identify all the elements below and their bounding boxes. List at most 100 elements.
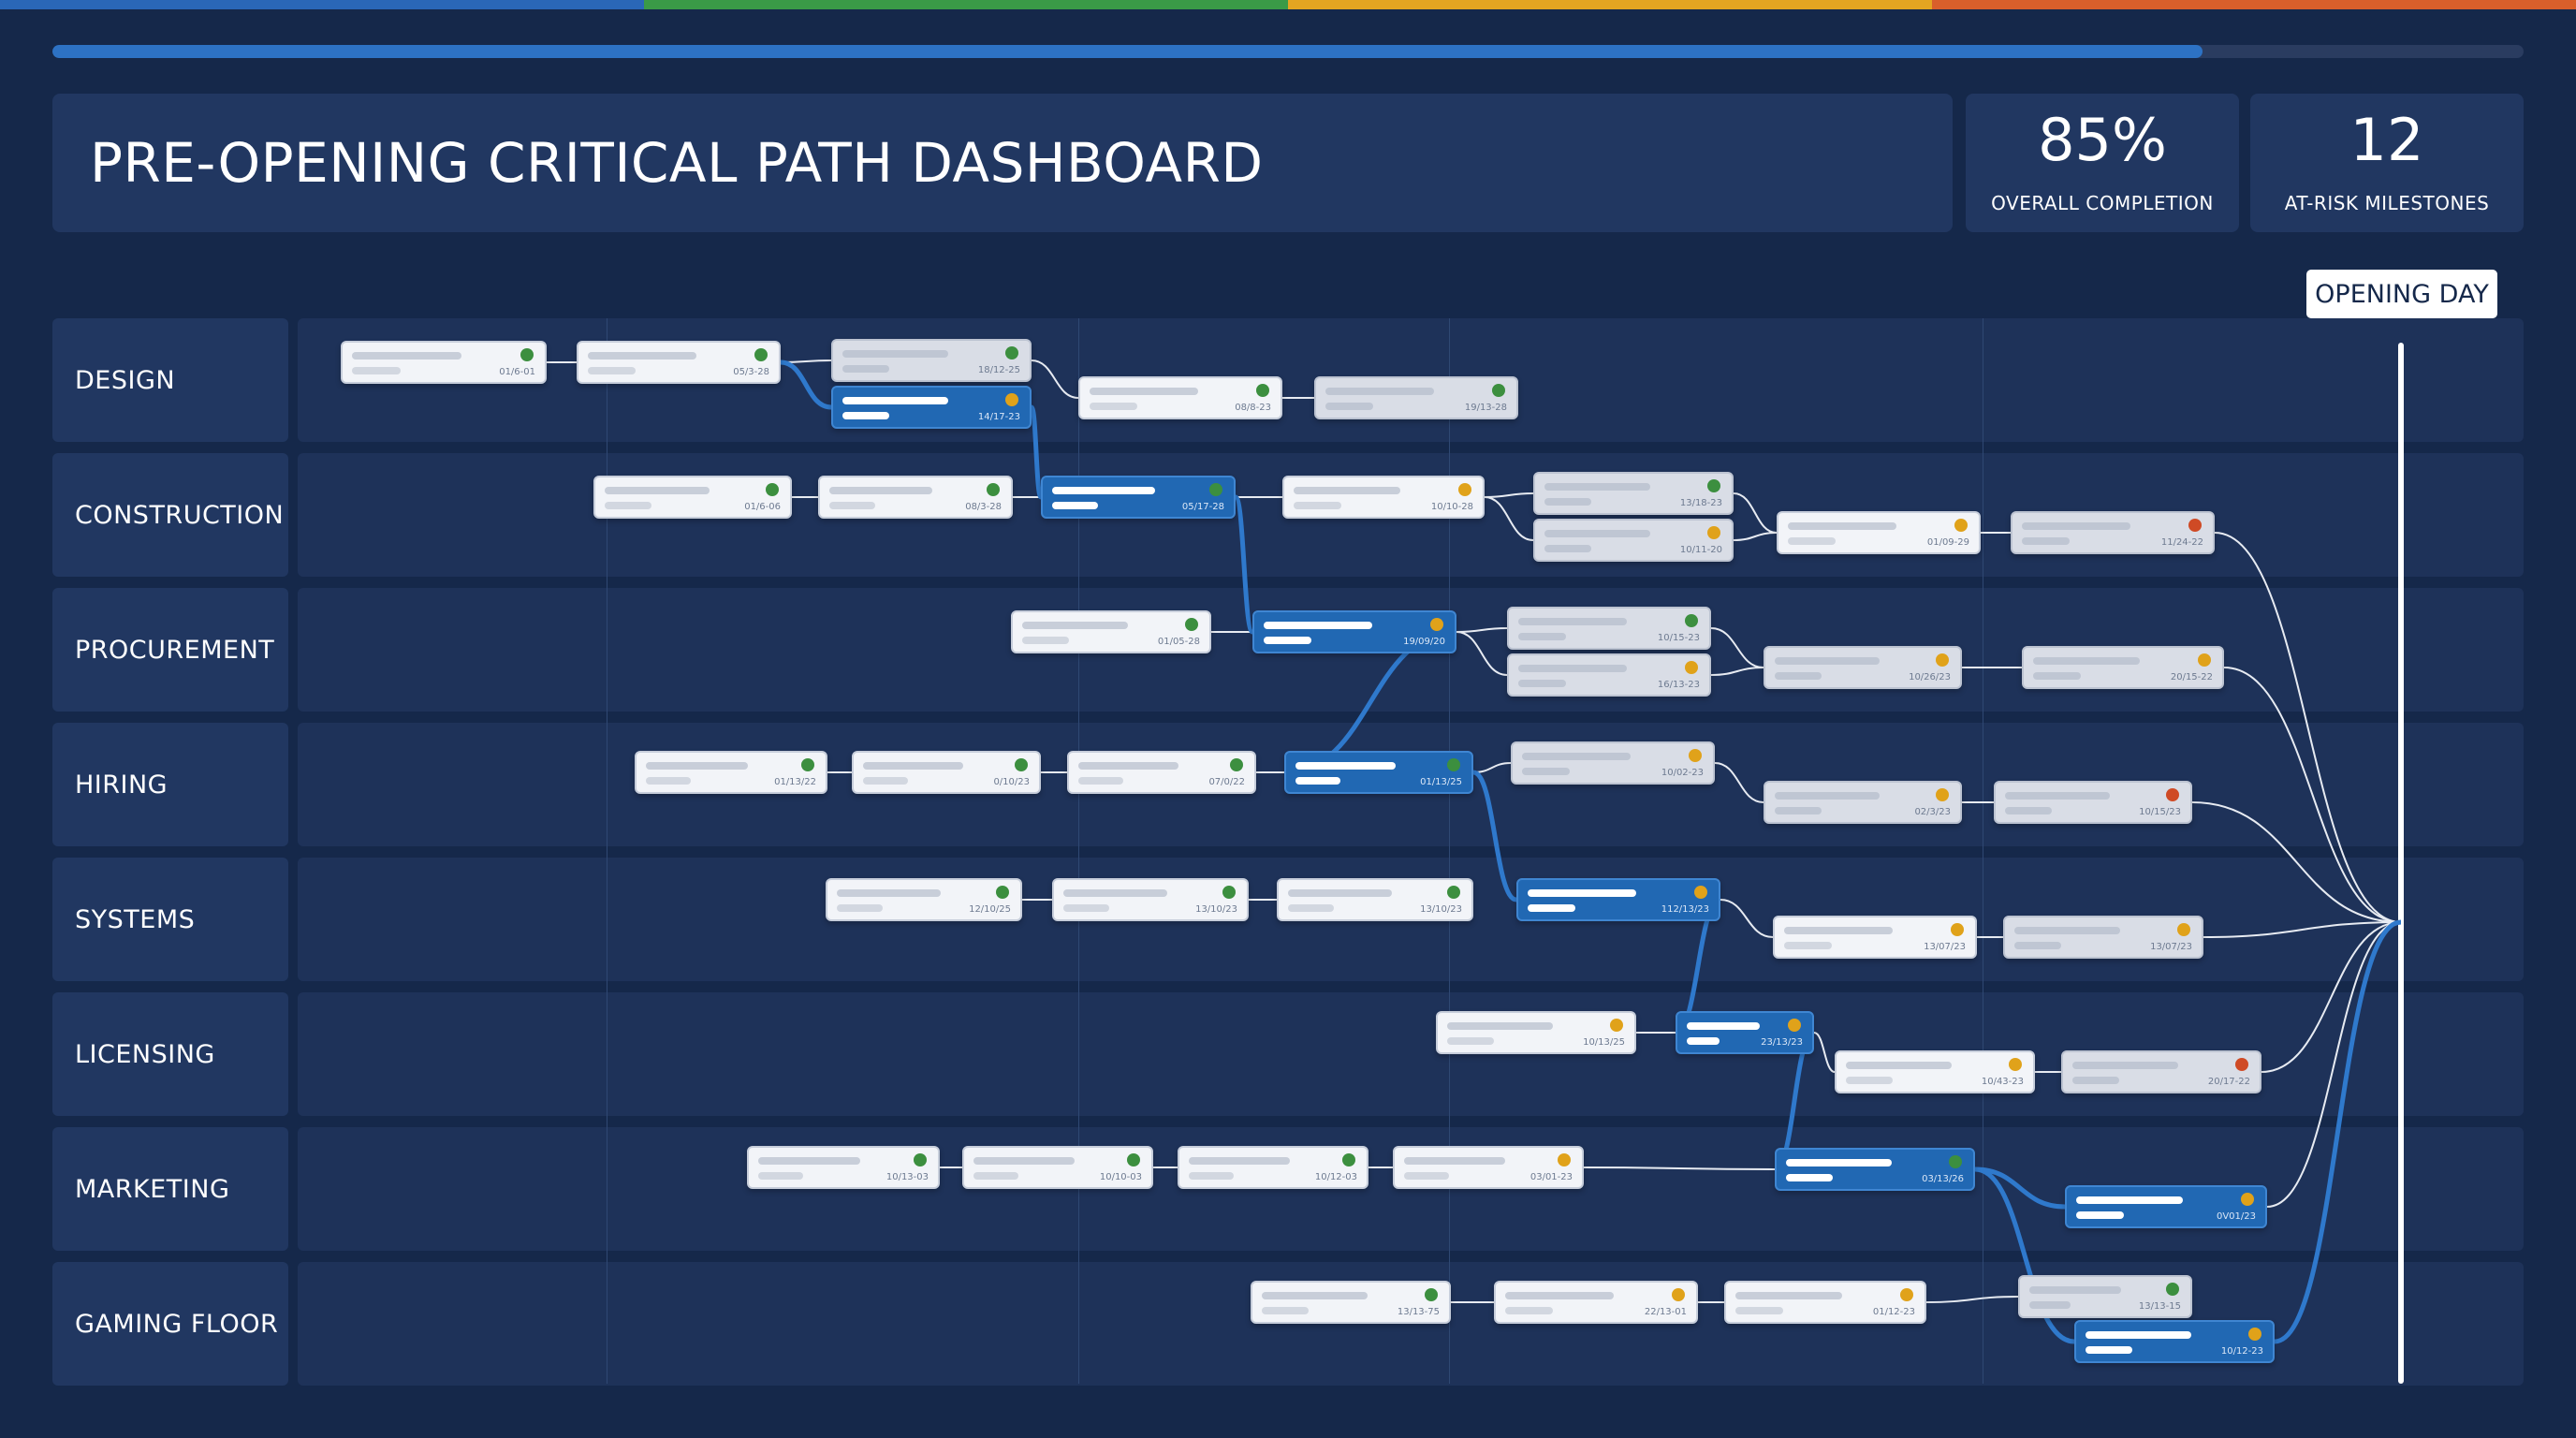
milestone-date: 01/13/25: [1420, 777, 1462, 787]
milestone-card[interactable]: 10/15-23: [1507, 607, 1711, 650]
status-dot-icon: [2177, 923, 2190, 936]
milestone-card[interactable]: 22/13-01: [1494, 1281, 1698, 1324]
milestone-card[interactable]: 112/13/23: [1516, 878, 1720, 921]
milestone-card[interactable]: 08/8-23: [1078, 376, 1282, 419]
milestone-card[interactable]: 07/0/22: [1067, 751, 1256, 794]
milestone-title-placeholder: [1264, 622, 1372, 629]
status-dot-icon: [1685, 661, 1698, 674]
milestone-card[interactable]: 10/13-03: [747, 1146, 940, 1189]
milestone-card[interactable]: 0V01/23: [2065, 1185, 2267, 1228]
milestone-subtitle-placeholder: [837, 904, 884, 912]
milestone-card[interactable]: 03/01-23: [1393, 1146, 1584, 1189]
dependency-link: [1031, 360, 1079, 399]
milestone-card[interactable]: 01/6-01: [341, 341, 547, 384]
milestone-card[interactable]: 10/11-20: [1533, 519, 1734, 562]
milestone-card[interactable]: 05/3-28: [577, 341, 781, 384]
milestone-card[interactable]: 13/13-15: [2018, 1275, 2192, 1318]
milestone-date: 11/24-22: [2160, 537, 2203, 548]
milestone-card[interactable]: 13/07/23: [1773, 916, 1977, 959]
milestone-card[interactable]: 10/15/23: [1994, 781, 2192, 824]
milestone-subtitle-placeholder: [1786, 1174, 1834, 1181]
milestone-title-placeholder: [842, 350, 949, 358]
status-dot-icon: [1610, 1019, 1623, 1032]
status-dot-icon: [1342, 1153, 1355, 1167]
milestone-card[interactable]: 13/10/23: [1052, 878, 1249, 921]
milestone-title-placeholder: [1447, 1022, 1554, 1030]
milestone-date: 20/15-22: [2170, 672, 2213, 682]
milestone-card[interactable]: 01/09-29: [1777, 511, 1981, 554]
milestone-subtitle-placeholder: [1262, 1307, 1310, 1314]
milestone-card[interactable]: 10/43-23: [1835, 1050, 2035, 1093]
milestone-subtitle-placeholder: [2076, 1211, 2124, 1219]
milestone-card[interactable]: 01/13/22: [635, 751, 827, 794]
status-dot-icon: [1492, 384, 1505, 397]
milestone-card[interactable]: 13/13-75: [1251, 1281, 1451, 1324]
milestone-card[interactable]: 03/13/26: [1775, 1148, 1975, 1191]
status-dot-icon: [2188, 519, 2202, 532]
status-dot-icon: [2198, 653, 2211, 667]
milestone-card[interactable]: 16/13-23: [1507, 653, 1711, 697]
milestone-card[interactable]: 18/12-25: [831, 339, 1032, 382]
milestone-title-placeholder: [1846, 1062, 1953, 1069]
milestone-card[interactable]: 19/13-28: [1314, 376, 1518, 419]
milestone-subtitle-placeholder: [1775, 807, 1822, 814]
milestone-card[interactable]: 01/6-06: [593, 476, 792, 519]
milestone-subtitle-placeholder: [1784, 942, 1833, 949]
milestone-card[interactable]: 14/17-23: [831, 386, 1032, 429]
milestone-subtitle-placeholder: [1294, 502, 1341, 509]
milestone-subtitle-placeholder: [2072, 1077, 2120, 1084]
milestone-card[interactable]: 20/15-22: [2022, 646, 2224, 689]
milestone-date: 10/10-03: [1099, 1172, 1142, 1182]
dependency-link: [1472, 762, 1512, 773]
milestone-card[interactable]: 05/17-28: [1041, 476, 1236, 519]
milestone-card[interactable]: 13/10/23: [1277, 878, 1473, 921]
milestone-date: 13/13-15: [2138, 1301, 2181, 1312]
milestone-title-placeholder: [829, 487, 933, 494]
milestone-subtitle-placeholder: [2022, 537, 2071, 545]
milestone-card[interactable]: 10/10-28: [1282, 476, 1485, 519]
milestone-card[interactable]: 10/13/25: [1436, 1011, 1636, 1054]
milestone-subtitle-placeholder: [1288, 904, 1335, 912]
milestone-card[interactable]: 01/05-28: [1011, 610, 1211, 653]
milestone-card[interactable]: 10/10-03: [962, 1146, 1153, 1189]
milestone-title-placeholder: [1262, 1292, 1368, 1299]
milestone-date: 10/11-20: [1679, 545, 1722, 555]
milestone-card[interactable]: 20/17-22: [2061, 1050, 2261, 1093]
milestone-title-placeholder: [1687, 1022, 1760, 1030]
milestone-title-placeholder: [1022, 622, 1129, 629]
dependency-link: [1484, 492, 1534, 498]
milestone-date: 10/43-23: [1981, 1077, 2024, 1087]
milestone-card[interactable]: 01/12-23: [1724, 1281, 1926, 1324]
milestone-date: 01/13/22: [774, 777, 816, 787]
status-dot-icon: [1005, 393, 1018, 406]
milestone-card[interactable]: 0/10/23: [852, 751, 1041, 794]
dependency-link: [1583, 1167, 1776, 1170]
milestone-card[interactable]: 02/3/23: [1764, 781, 1962, 824]
milestone-date: 01/09-29: [1926, 537, 1969, 548]
milestone-date: 12/10/25: [969, 904, 1011, 915]
milestone-subtitle-placeholder: [2029, 1301, 2071, 1309]
milestone-date: 112/13/23: [1661, 904, 1709, 915]
milestone-card[interactable]: 10/12-23: [2074, 1320, 2275, 1363]
dependency-link: [1484, 496, 1534, 541]
status-dot-icon: [1015, 758, 1028, 771]
milestone-card[interactable]: 01/13/25: [1284, 751, 1473, 794]
milestone-card[interactable]: 12/10/25: [826, 878, 1022, 921]
milestone-date: 13/18-23: [1679, 498, 1722, 508]
milestone-date: 10/26/23: [1909, 672, 1951, 682]
dependency-link: [1456, 627, 1508, 633]
milestone-card[interactable]: 19/09/20: [1252, 610, 1456, 653]
milestone-card[interactable]: 23/13/23: [1676, 1011, 1814, 1054]
milestone-card[interactable]: 10/26/23: [1764, 646, 1962, 689]
milestone-date: 23/13/23: [1761, 1037, 1803, 1048]
status-dot-icon: [1936, 788, 1949, 801]
milestone-card[interactable]: 13/18-23: [1533, 472, 1734, 515]
dependency-link: [1813, 1032, 1836, 1073]
milestone-card[interactable]: 11/24-22: [2011, 511, 2215, 554]
status-dot-icon: [1256, 384, 1269, 397]
milestone-card[interactable]: 08/3-28: [818, 476, 1013, 519]
milestone-date: 01/6-06: [744, 502, 781, 512]
milestone-card[interactable]: 10/02-23: [1511, 741, 1715, 785]
milestone-card[interactable]: 10/12-03: [1178, 1146, 1368, 1189]
milestone-card[interactable]: 13/07/23: [2003, 916, 2203, 959]
